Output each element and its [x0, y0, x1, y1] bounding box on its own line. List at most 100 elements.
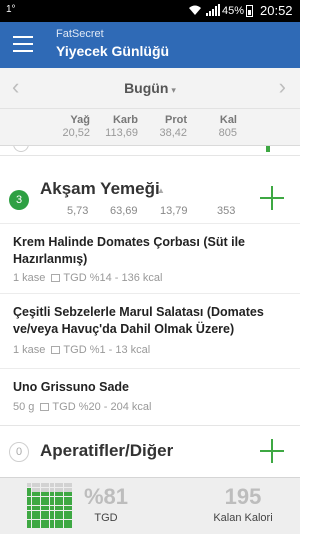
- rdi-grid-cell: [49, 487, 54, 492]
- date-navigator: ‹ Bugün ▾ ›: [0, 68, 300, 108]
- rdi-grid-cell: [59, 487, 64, 492]
- rdi-grid-cell: [54, 487, 59, 492]
- rdi-grid-cell: [49, 492, 54, 497]
- date-selector[interactable]: Bugün ▾: [0, 80, 300, 96]
- macro-value: 38,42: [159, 127, 187, 139]
- rdi-grid-cell: [63, 519, 68, 524]
- rdi-grid-cell: [68, 515, 73, 520]
- rdi-percent: %81: [83, 484, 129, 509]
- rdi-grid-cell: [27, 483, 31, 487]
- macro-value: 113,69: [105, 127, 138, 139]
- rdi-grid-cell: [45, 483, 50, 487]
- rdi-grid-cell: [63, 510, 68, 515]
- rdi-grid-cell: [59, 492, 64, 497]
- rdi-grid-cell: [40, 492, 45, 497]
- rdi-grid-cell: [54, 501, 59, 506]
- meal-title: Aperatifler/Diğer: [40, 441, 174, 460]
- meal-protein-value: 13,79: [160, 205, 188, 217]
- rdi-grid-cell: [31, 519, 36, 524]
- rdi-grid-cell: [27, 510, 31, 515]
- rdi-grid-cell: [63, 487, 68, 492]
- add-food-plus-icon[interactable]: [260, 439, 284, 463]
- food-portion: 1 kase: [13, 272, 46, 284]
- meal-header-dinner[interactable]: 3 Akşam Yemeği ▲ 5,73 63,69 13,79 353: [0, 157, 300, 223]
- rdi-grid-cell: [63, 501, 68, 506]
- rdi-grid-cell: [31, 483, 36, 487]
- food-rdi: TGD %1 - 13 kcal: [63, 344, 151, 356]
- daily-summary-bar: %81 TGD 195 Kalan Kalori: [0, 477, 300, 534]
- macro-value: 20,52: [62, 127, 90, 139]
- next-day-chevron-icon[interactable]: ›: [279, 76, 286, 98]
- rdi-grid-cell: [36, 515, 41, 520]
- rdi-progress-grid: [27, 483, 73, 529]
- rdi-grid-cell: [54, 515, 59, 520]
- food-item[interactable]: Krem Halinde Domates Çorbası (Süt ile Ha…: [0, 223, 300, 285]
- rdi-grid-cell: [68, 524, 73, 529]
- add-food-plus-icon[interactable]: [260, 186, 284, 210]
- status-indicator: 1°: [6, 4, 16, 15]
- rdi-grid-cell: [59, 515, 64, 520]
- rdi-grid-cell: [59, 524, 64, 529]
- rdi-grid-cell: [63, 492, 68, 497]
- rdi-grid-cell: [36, 492, 41, 497]
- rdi-grid-cell: [49, 496, 54, 501]
- food-name: Krem Halinde Domates Çorbası (Süt ile Ha…: [13, 235, 246, 266]
- rdi-grid-cell: [49, 515, 54, 520]
- macro-label: Prot: [165, 114, 187, 126]
- food-meta: 1 kase TGD %1 - 13 kcal: [13, 344, 150, 356]
- rdi-grid-cell: [49, 483, 54, 487]
- food-name: Uno Grissuno Sade: [13, 380, 129, 394]
- battery-icon: [246, 5, 253, 17]
- macro-label: Yağ: [70, 114, 90, 126]
- remaining-calories: 195: [224, 484, 262, 509]
- rdi-grid-cell: [27, 524, 31, 529]
- remaining-calories-label: Kalan Kalori: [213, 512, 273, 524]
- collapse-caret-icon[interactable]: ▲: [157, 186, 165, 195]
- rdi-grid-cell: [68, 505, 73, 510]
- rdi-grid-cell: [45, 496, 50, 501]
- rdi-grid-cell: [68, 483, 73, 487]
- rdi-grid-cell: [68, 519, 73, 524]
- rdi-grid-cell: [68, 510, 73, 515]
- book-icon: [51, 346, 61, 354]
- food-portion: 50 g: [13, 401, 35, 413]
- food-rdi: TGD %20 - 204 kcal: [52, 401, 152, 413]
- rdi-grid-cell: [36, 519, 41, 524]
- meal-header-snacks[interactable]: 0 Aperatifler/Diğer: [0, 425, 300, 477]
- rdi-grid-cell: [36, 496, 41, 501]
- hamburger-menu-icon[interactable]: [13, 36, 33, 52]
- rdi-grid-cell: [40, 519, 45, 524]
- rdi-grid-cell: [45, 515, 50, 520]
- rdi-grid-cell: [31, 510, 36, 515]
- rdi-grid-cell: [49, 505, 54, 510]
- rdi-grid-cell: [59, 505, 64, 510]
- food-meta: 50 g TGD %20 - 204 kcal: [13, 401, 151, 413]
- rdi-grid-cell: [36, 501, 41, 506]
- rdi-grid-cell: [45, 505, 50, 510]
- rdi-grid-cell: [40, 505, 45, 510]
- battery-percent: 45%: [222, 5, 245, 17]
- page-title: Yiyecek Günlüğü: [56, 43, 170, 59]
- rdi-grid-cell: [27, 496, 31, 501]
- rdi-grid-cell: [59, 519, 64, 524]
- rdi-grid-cell: [40, 496, 45, 501]
- rdi-grid-cell: [63, 505, 68, 510]
- rdi-label: TGD: [94, 512, 118, 524]
- rdi-grid-cell: [27, 501, 31, 506]
- rdi-grid-cell: [27, 487, 31, 492]
- macro-label: Kal: [219, 114, 237, 126]
- food-item[interactable]: Çeşitli Sebzelerle Marul Salatası (Domat…: [0, 293, 300, 361]
- food-rdi: TGD %14 - 136 kcal: [63, 272, 163, 284]
- rdi-grid-cell: [36, 483, 41, 487]
- rdi-grid-cell: [31, 515, 36, 520]
- rdi-grid-cell: [59, 483, 64, 487]
- date-label: Bugün: [124, 80, 169, 96]
- signal-icon: [206, 4, 220, 16]
- rdi-grid-cell: [27, 515, 31, 520]
- macro-calories: Kal 805: [187, 114, 237, 139]
- food-item[interactable]: Uno Grissuno Sade 50 g TGD %20 - 204 kcal: [0, 368, 300, 420]
- rdi-grid-cell: [27, 492, 31, 497]
- rdi-grid-cell: [31, 487, 36, 492]
- meal-count-badge: 3: [9, 190, 29, 210]
- macro-value: 805: [218, 127, 237, 139]
